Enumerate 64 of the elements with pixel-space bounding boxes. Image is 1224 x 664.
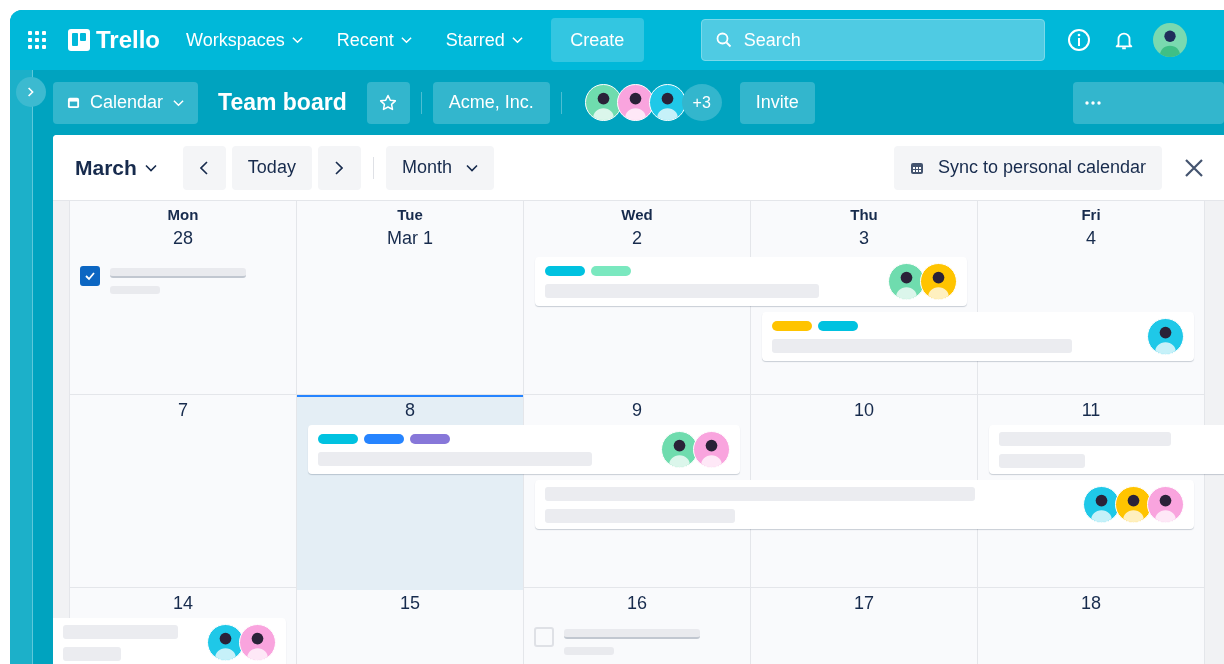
date-number: 7 [178, 400, 188, 421]
search-icon [715, 32, 732, 48]
app-logo-text: Trello [96, 26, 161, 54]
date-number: 11 [1081, 400, 1101, 421]
caret-icon [511, 36, 523, 44]
calendar-icon [67, 96, 80, 109]
date-number: 9 [632, 400, 642, 421]
invite-button[interactable]: Invite [739, 81, 815, 124]
calendar-view-dropdown[interactable]: Month [385, 145, 494, 190]
task-checkbox[interactable] [80, 266, 100, 286]
date-number: 3 [859, 228, 869, 249]
search-field[interactable]: Search [700, 19, 1045, 61]
star-button[interactable] [366, 81, 410, 124]
nav-menu-button[interactable]: Workspaces [174, 21, 315, 59]
calendar-icon [909, 160, 924, 175]
caret-icon [144, 163, 157, 172]
event-card[interactable] [53, 618, 286, 664]
date-number: 10 [854, 400, 874, 421]
apps-grid-icon[interactable] [28, 31, 46, 49]
date-number: 17 [854, 593, 874, 614]
more-dots-icon [1085, 100, 1101, 105]
star-icon [378, 92, 399, 113]
weekday-label: Wed [621, 206, 653, 223]
user-avatar[interactable] [1152, 23, 1187, 57]
event-card[interactable] [762, 312, 1194, 361]
board-menu-button[interactable] [1073, 81, 1224, 124]
caret-icon [465, 163, 478, 172]
event-card[interactable] [535, 257, 967, 306]
event-card[interactable] [308, 425, 740, 474]
sidebar-expand-button[interactable] [16, 77, 46, 107]
info-icon[interactable] [1066, 28, 1091, 52]
board-logo-icon [68, 29, 90, 51]
date-number: 4 [1086, 228, 1096, 249]
close-icon[interactable] [1184, 157, 1204, 178]
board-title: Team board [218, 89, 347, 116]
more-members-count[interactable]: +3 [681, 84, 722, 121]
date-number: 2 [632, 228, 642, 249]
weekday-label: Tue [397, 206, 423, 223]
date-number: 15 [400, 593, 420, 614]
date-number: 16 [627, 593, 647, 614]
date-number: Mar 1 [387, 228, 433, 249]
create-button[interactable]: Create [550, 18, 644, 62]
view-switcher-button[interactable]: Calendar [53, 81, 199, 124]
date-number: 18 [1081, 593, 1101, 614]
nav-menu-button[interactable]: Recent [324, 21, 424, 59]
event-card[interactable] [535, 480, 1194, 529]
current-period-button[interactable]: March [75, 155, 157, 180]
caret-icon [400, 36, 412, 44]
nav-menu-button[interactable]: Starred [433, 21, 535, 59]
weekday-label: Fri [1081, 206, 1101, 223]
workspace-button[interactable]: Acme, Inc. [432, 81, 550, 124]
caret-icon [291, 36, 303, 44]
date-number: 28 [173, 228, 193, 249]
date-number: 14 [173, 593, 193, 614]
chevron-right-icon [335, 160, 344, 175]
sync-calendar-button[interactable]: Sync to personal calendar [893, 145, 1162, 190]
member-avatar[interactable] [648, 84, 686, 121]
chevron-right-icon [27, 87, 35, 97]
caret-icon [173, 98, 185, 107]
weekday-label: Thu [850, 206, 878, 223]
weekday-label: Mon [167, 206, 199, 223]
chevron-left-icon [200, 160, 209, 175]
today-button[interactable]: Today [231, 145, 312, 190]
date-number: 8 [405, 400, 415, 421]
